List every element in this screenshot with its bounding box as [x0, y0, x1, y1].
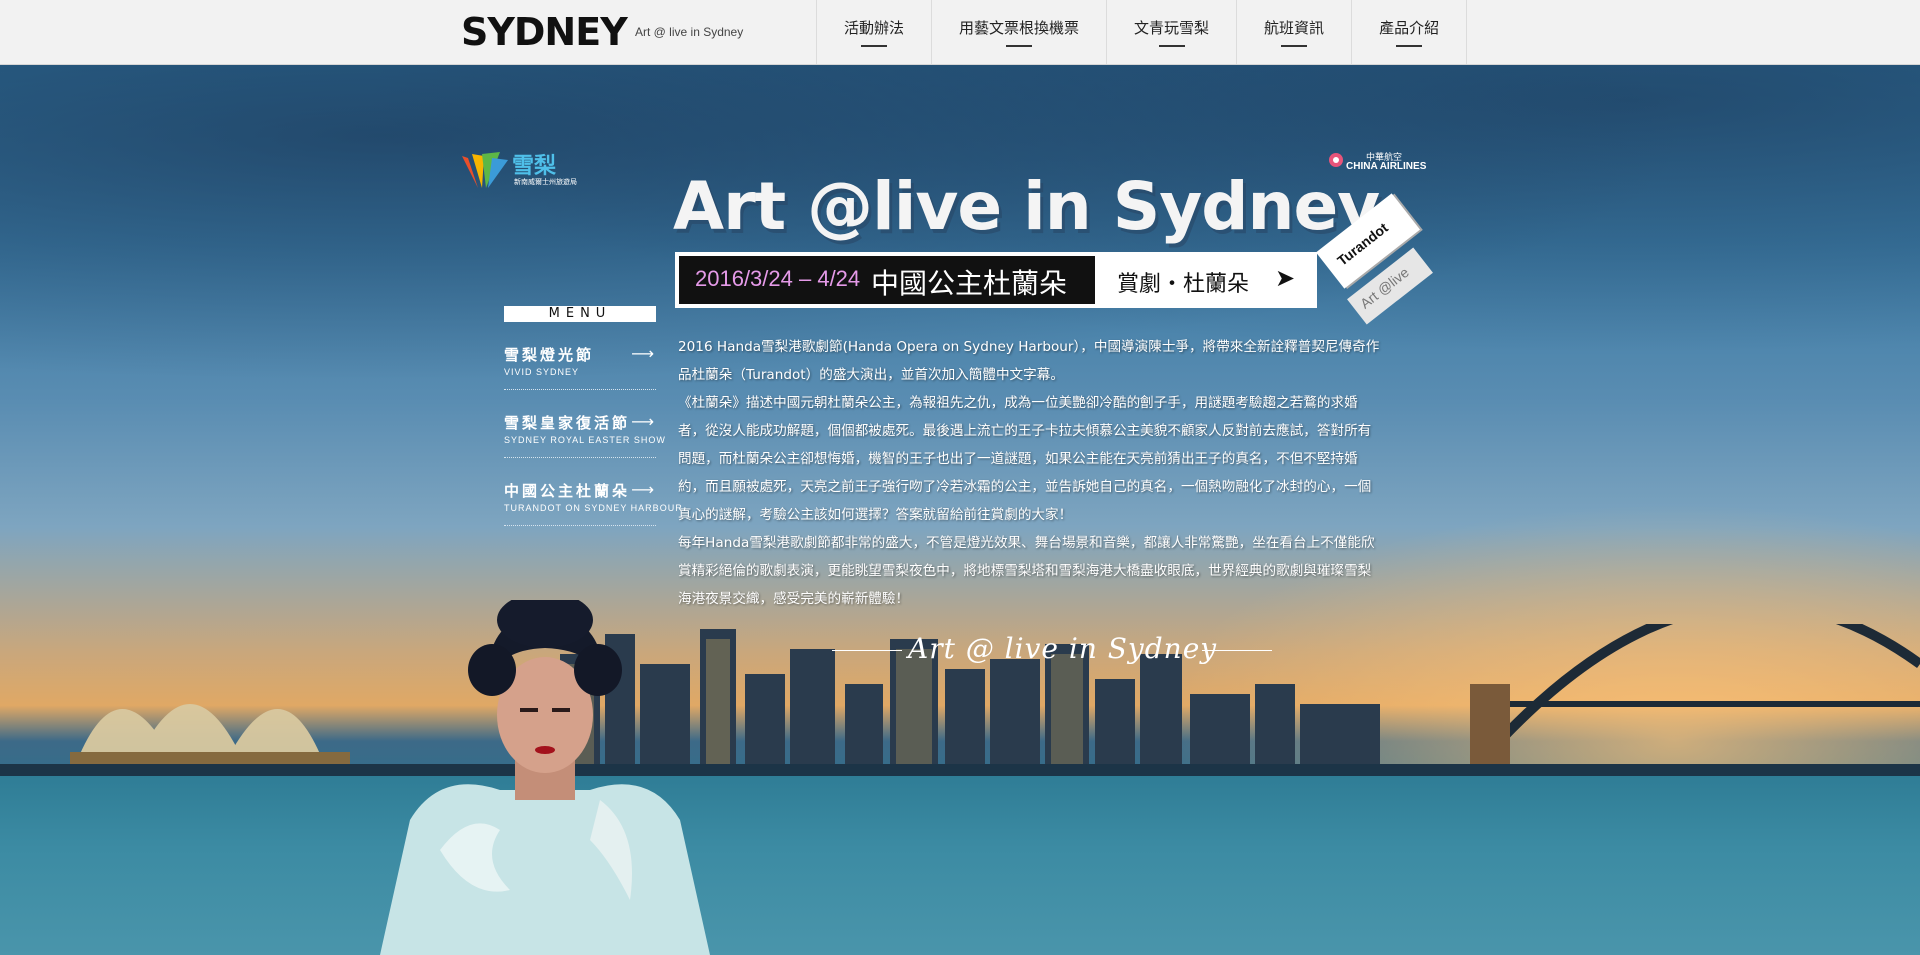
sydney-logo[interactable]: SYDNEY: [461, 10, 628, 54]
menu-item-turandot[interactable]: 中國公主杜蘭朵 TURANDOT ON SYDNEY HARBOUR ⟶: [504, 480, 683, 526]
nav-underline: [1281, 45, 1308, 47]
nsw-logo-subtext: 新南威爾士州旅遊局: [514, 178, 577, 186]
show-title: 中國公主杜蘭朵: [871, 267, 1068, 300]
nav-underline: [1396, 45, 1423, 47]
site-tagline: Art @ live in Sydney: [635, 25, 744, 39]
menu-item-en: SYDNEY ROYAL EASTER SHOW: [504, 435, 666, 445]
event-description: 2016 Handa雪梨港歌劇節(Handa Opera on Sydney H…: [678, 333, 1382, 613]
top-navigation-bar: SYDNEY Art @ live in Sydney 活動辦法 用藝文票根換機…: [0, 0, 1920, 65]
description-paragraph: 《杜蘭朵》描述中國元朝杜蘭朵公主，為報祖先之仇，成為一位美艷卻冷酷的劊子手，用謎…: [678, 395, 1372, 523]
plum-blossom-icon: [1329, 153, 1343, 167]
nav-item-flight-info[interactable]: 航班資訊: [1237, 0, 1353, 64]
opera-house-icon: [70, 704, 350, 766]
banner-dark-panel: 2016/3/24 – 4/24 中國公主杜蘭朵: [679, 256, 1095, 304]
side-menu: MENU 雪梨燈光節 VIVID SYDNEY ⟶ 雪梨皇家復活節 SYDNEY…: [504, 306, 683, 526]
nav-underline: [1158, 45, 1185, 47]
menu-heading: MENU: [504, 306, 656, 322]
turandot-banner-button[interactable]: 2016/3/24 – 4/24 中國公主杜蘭朵 賞劇・杜蘭朵 ➤: [675, 252, 1317, 308]
nav-item-activity-rules[interactable]: 活動辦法: [817, 0, 933, 64]
main-nav: 活動辦法 用藝文票根換機票 文青玩雪梨 航班資訊 產品介紹: [816, 0, 1468, 64]
description-paragraph: 每年Handa雪梨港歌劇節都非常的盛大，不管是燈光效果、舞台場景和音樂，都讓人非…: [678, 535, 1375, 607]
script-title-text: Art @ live in Sydney: [908, 632, 1218, 665]
menu-item-easter-show[interactable]: 雪梨皇家復活節 SYDNEY ROYAL EASTER SHOW ⟶: [504, 412, 666, 458]
menu-item-en: TURANDOT ON SYDNEY HARBOUR: [504, 503, 683, 513]
arrow-right-icon: ⟶: [631, 344, 654, 363]
menu-item-vivid-sydney[interactable]: 雪梨燈光節 VIVID SYDNEY ⟶: [504, 344, 656, 390]
description-paragraph: 2016 Handa雪梨港歌劇節(Handa Opera on Sydney H…: [678, 339, 1380, 383]
divider-line: [1202, 650, 1272, 651]
script-title: Art @ live in Sydney: [832, 628, 1272, 668]
nsw-waratah-icon: [462, 152, 508, 188]
nav-item-explore-sydney[interactable]: 文青玩雪梨: [1107, 0, 1238, 64]
event-date: 2016/3/24 – 4/24: [695, 266, 861, 291]
divider-line: [832, 650, 902, 651]
nav-item-ticket-exchange[interactable]: 用藝文票根換機票: [932, 0, 1108, 64]
harbour-bridge-icon: [1466, 624, 1920, 778]
hero-title: Art @live in Sydney: [673, 168, 1380, 245]
nav-underline: [861, 45, 887, 47]
nav-item-label: 活動辦法: [844, 19, 905, 37]
arrow-right-icon: ⟶: [631, 412, 654, 431]
nav-item-label: 文青玩雪梨: [1134, 19, 1210, 37]
nsw-logo-text: 雪梨: [512, 154, 557, 179]
nav-item-label: 產品介紹: [1379, 19, 1440, 37]
nav-item-products[interactable]: 產品介紹: [1352, 0, 1468, 64]
harbour-water: [0, 776, 1920, 955]
nav-item-label: 用藝文票根換機票: [959, 19, 1080, 37]
banner-cta-label: 賞劇・杜蘭朵: [1117, 272, 1250, 297]
turandot-princess-image: [380, 600, 710, 955]
nav-underline: [1006, 45, 1033, 47]
nav-item-label: 航班資訊: [1264, 19, 1325, 37]
menu-item-en: VIVID SYDNEY: [504, 367, 580, 377]
destination-nsw-logo[interactable]: 雪梨 新南威爾士州旅遊局: [460, 148, 590, 190]
arrow-right-icon: ⟶: [631, 480, 654, 499]
hero-background: 雪梨 新南威爾士州旅遊局 中華航空 CHINA AIRLINES Art @li…: [0, 64, 1920, 955]
arrow-right-icon: ➤: [1275, 264, 1296, 292]
